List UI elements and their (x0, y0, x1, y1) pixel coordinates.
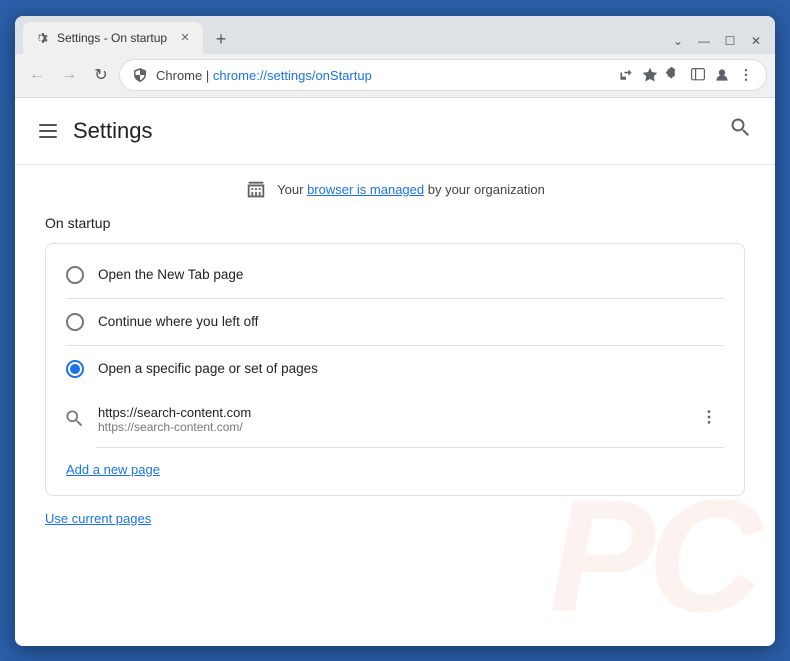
use-current-link[interactable]: Use current pages (45, 511, 151, 526)
bookmark-icon[interactable] (642, 67, 658, 83)
url-main: https://search-content.com (98, 405, 680, 420)
page-content: Settings Your browser is managed by your… (15, 98, 775, 646)
startup-section: On startup Open the New Tab page Continu… (15, 215, 775, 548)
security-icon (132, 67, 148, 83)
title-bar: Settings - On startup ✕ + ⌄ — ☐ ✕ (15, 16, 775, 54)
managed-text: Your browser is managed by your organiza… (277, 182, 545, 197)
browser-window: Settings - On startup ✕ + ⌄ — ☐ ✕ ← → ↻ … (15, 16, 775, 646)
tab-area: Settings - On startup ✕ + (23, 22, 671, 54)
window-maximize-button[interactable]: ☐ (723, 34, 737, 48)
option-new-tab[interactable]: Open the New Tab page (46, 252, 744, 298)
share-icon[interactable] (618, 67, 634, 83)
tab-close-button[interactable]: ✕ (177, 30, 193, 46)
radio-new-tab (66, 266, 84, 284)
window-controls: ⌄ — ☐ ✕ (671, 34, 767, 54)
links-area: Add a new page (46, 448, 744, 487)
search-button[interactable] (727, 114, 755, 148)
profile-icon[interactable] (714, 67, 730, 83)
toolbar: ← → ↻ Chrome | chrome://settings/onStart… (15, 54, 775, 98)
url-search-icon (66, 410, 84, 428)
add-page-link[interactable]: Add a new page (66, 462, 724, 477)
address-bar[interactable]: Chrome | chrome://settings/onStartup (119, 59, 767, 91)
window-close-button[interactable]: ✕ (749, 34, 763, 48)
managed-link[interactable]: browser is managed (307, 182, 424, 197)
hamburger-line (39, 124, 57, 126)
back-button[interactable]: ← (23, 61, 51, 89)
address-text: Chrome | chrome://settings/onStartup (156, 68, 610, 83)
option-specific[interactable]: Open a specific page or set of pages (46, 346, 744, 392)
url-more-button[interactable] (694, 404, 724, 435)
option-specific-label: Open a specific page or set of pages (98, 361, 318, 376)
more-menu-icon[interactable] (738, 67, 754, 83)
settings-title-area: Settings (35, 118, 153, 144)
options-card: Open the New Tab page Continue where you… (45, 243, 745, 496)
radio-continue (66, 313, 84, 331)
url-sub: https://search-content.com/ (98, 420, 680, 434)
settings-header: Settings (15, 98, 775, 165)
tab-label: Settings - On startup (57, 31, 169, 45)
option-continue[interactable]: Continue where you left off (46, 299, 744, 345)
forward-button[interactable]: → (55, 61, 83, 89)
window-minimize-button[interactable]: — (697, 34, 711, 48)
managed-notice: Your browser is managed by your organiza… (15, 165, 775, 215)
refresh-button[interactable]: ↻ (87, 61, 115, 89)
radio-specific (66, 360, 84, 378)
extensions-icon[interactable] (666, 67, 682, 83)
url-info: https://search-content.com https://searc… (98, 405, 680, 434)
url-entry: https://search-content.com https://searc… (46, 392, 744, 447)
sidebar-icon[interactable] (690, 67, 706, 83)
page-title: Settings (73, 118, 153, 144)
active-tab[interactable]: Settings - On startup ✕ (23, 22, 203, 54)
tab-favicon (33, 30, 49, 46)
startup-label: On startup (45, 215, 745, 231)
menu-button[interactable] (35, 120, 61, 142)
hamburger-line (39, 130, 57, 132)
option-continue-label: Continue where you left off (98, 314, 258, 329)
window-chevron-button[interactable]: ⌄ (671, 34, 685, 48)
page-wrapper: Settings Your browser is managed by your… (15, 98, 775, 646)
option-new-tab-label: Open the New Tab page (98, 267, 243, 282)
radio-inner (70, 364, 80, 374)
hamburger-line (39, 136, 57, 138)
new-tab-button[interactable]: + (207, 26, 235, 54)
building-icon (245, 179, 267, 201)
